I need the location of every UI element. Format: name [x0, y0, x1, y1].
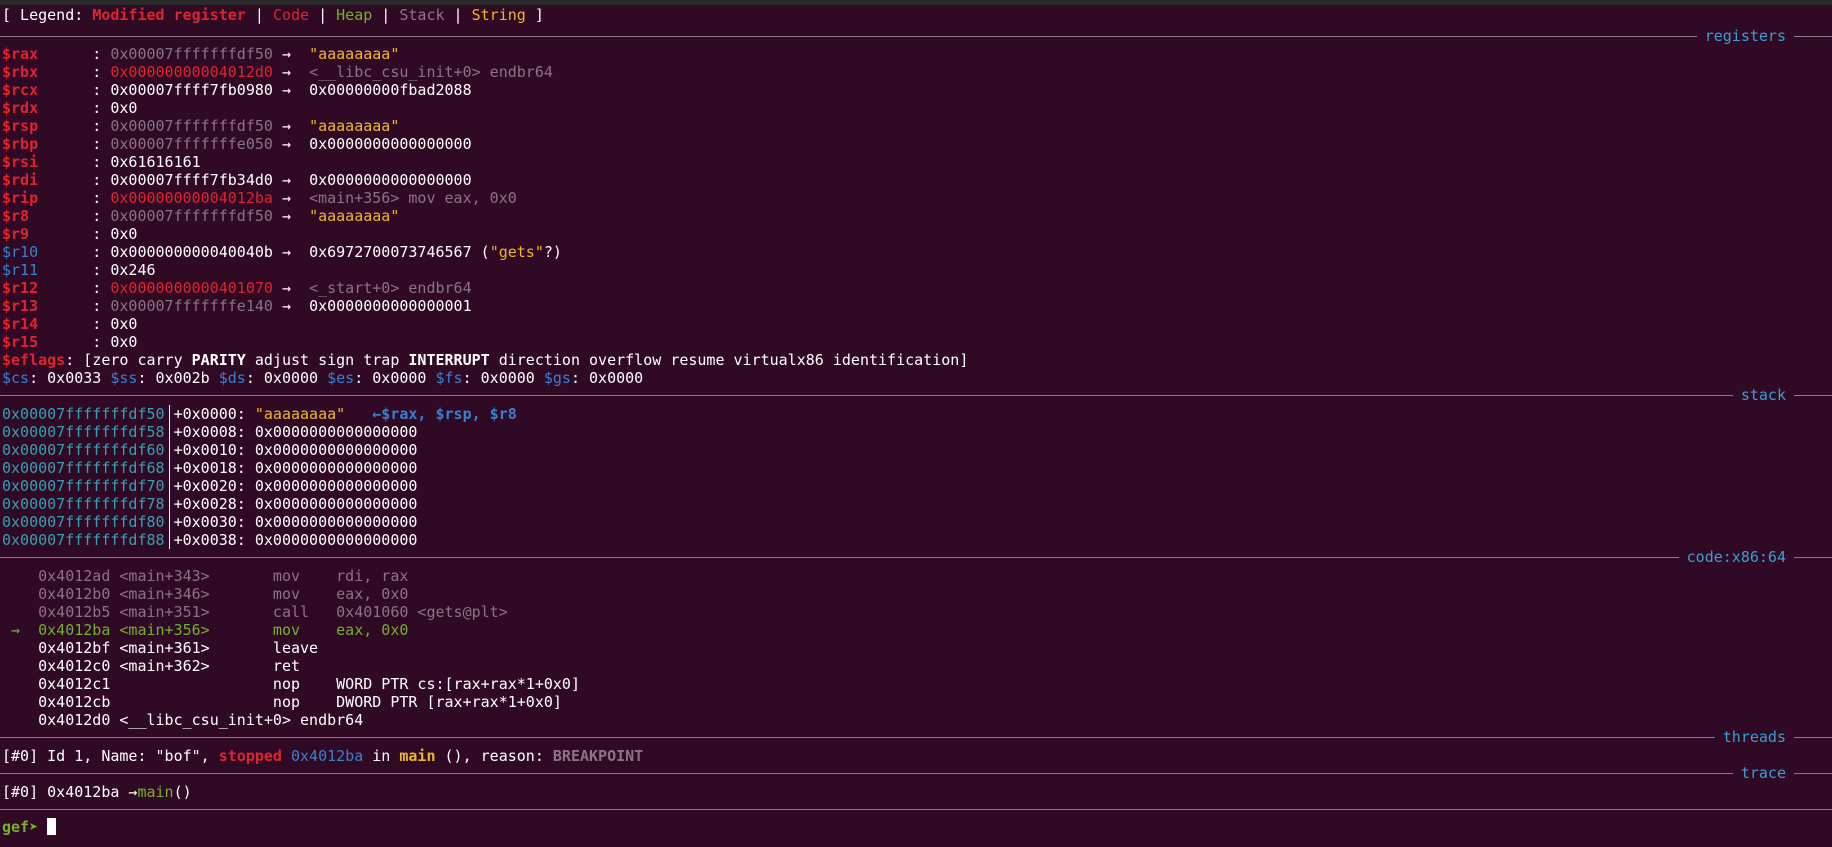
section-title-threads: threads: [1714, 728, 1794, 746]
section-title-stack: stack: [1732, 386, 1794, 404]
code-line: 0x4012c1 nop WORD PTR cs:[rax+rax*1+0x0]: [38, 675, 580, 693]
legend: [ Legend: Modified register | Code | Hea…: [2, 6, 544, 24]
code-line: 0x4012cb nop DWORD PTR [rax+rax*1+0x0]: [38, 693, 562, 711]
stack-row: 0x00007fffffffdf50 +0x0000: "aaaaaaaa" ←…: [2, 405, 517, 423]
section-title-trace: trace: [1732, 764, 1794, 782]
stack-row: 0x00007fffffffdf70 +0x0020: 0x0000000000…: [2, 477, 418, 495]
register-row-rax: $rax : 0x00007fffffffdf50 → "aaaaaaaa": [2, 45, 400, 63]
register-row-r12: $r12 : 0x0000000000401070 → <_start+0> e…: [2, 279, 472, 297]
section-title-registers: registers: [1696, 27, 1794, 45]
register-row-rip: $rip : 0x00000000004012ba → <main+356> m…: [2, 189, 517, 207]
register-row-r15: $r15 : 0x0: [2, 333, 138, 351]
prompt-label: gef➤: [2, 818, 48, 836]
bottom-divider: [0, 800, 1832, 818]
register-row-r13: $r13 : 0x00007fffffffe140 → 0x0000000000…: [2, 297, 472, 315]
stack-row: 0x00007fffffffdf88 +0x0038: 0x0000000000…: [2, 531, 418, 549]
code-line: 0x4012b0 <main+346> mov eax, 0x0: [38, 585, 409, 603]
threads-section-header: threads: [0, 728, 1832, 746]
thread-state: stopped: [218, 747, 282, 765]
legend-stack: Stack: [399, 6, 445, 24]
code-line: 0x4012d0 <__libc_csu_init+0> endbr64: [38, 711, 364, 729]
stack-row: 0x00007fffffffdf58 +0x0008: 0x0000000000…: [2, 423, 418, 441]
legend-code: Code: [272, 6, 310, 24]
thread-row: [#0] Id 1, Name: "bof", stopped 0x4012ba…: [2, 747, 644, 765]
code-section-header: code:x86:64: [0, 548, 1832, 566]
code-line: 0x4012c0 <main+362> ret: [38, 657, 301, 675]
register-row-rbx: $rbx : 0x00000000004012d0 → <__libc_csu_…: [2, 63, 553, 81]
register-row-rdi: $rdi : 0x00007ffff7fb34d0 → 0x0000000000…: [2, 171, 472, 189]
eflags-row: $eflags: [zero carry PARITY adjust sign …: [2, 351, 969, 369]
stack-row: 0x00007fffffffdf60 +0x0010: 0x0000000000…: [2, 441, 418, 459]
register-row-r11: $r11 : 0x246: [2, 261, 156, 279]
register-row-r14: $r14 : 0x0: [2, 315, 138, 333]
code-line: 0x4012bf <main+361> leave: [38, 639, 319, 657]
stack-section-header: stack: [0, 386, 1832, 404]
legend-string: String: [471, 6, 526, 24]
register-row-rdx: $rdx : 0x0: [2, 99, 138, 117]
register-row-rbp: $rbp : 0x00007fffffffe050 → 0x0000000000…: [2, 135, 472, 153]
legend-heap: Heap: [336, 6, 373, 24]
segment-registers-row: $cs: 0x0033 $ss: 0x002b $ds: 0x0000 $es:…: [2, 369, 644, 387]
legend-modified: Modified register: [92, 6, 246, 24]
terminal-cursor[interactable]: [47, 818, 57, 835]
thread-reason: BREAKPOINT: [552, 747, 644, 765]
stack-row: 0x00007fffffffdf78 +0x0028: 0x0000000000…: [2, 495, 418, 513]
stack-row: 0x00007fffffffdf80 +0x0030: 0x0000000000…: [2, 513, 418, 531]
gef-prompt[interactable]: gef➤: [2, 818, 57, 836]
registers-section-header: registers: [0, 27, 1832, 45]
section-title-code: code:x86:64: [1678, 548, 1794, 566]
code-line: 0x4012b5 <main+351> call 0x401060 <gets@…: [38, 603, 508, 621]
code-line-current: → 0x4012ba <main+356> mov eax, 0x0: [2, 621, 409, 639]
register-row-r10: $r10 : 0x000000000040040b → 0x6972700073…: [2, 243, 562, 261]
register-row-r9: $r9 : 0x0: [2, 225, 138, 243]
trace-section-header: trace: [0, 764, 1832, 782]
register-row-rsp: $rsp : 0x00007fffffffdf50 → "aaaaaaaa": [2, 117, 400, 135]
stack-row: 0x00007fffffffdf68 +0x0018: 0x0000000000…: [2, 459, 418, 477]
code-line: 0x4012ad <main+343> mov rdi, rax: [38, 567, 409, 585]
register-row-rsi: $rsi : 0x61616161: [2, 153, 201, 171]
window-top-bar: [0, 0, 1832, 5]
register-row-rcx: $rcx : 0x00007ffff7fb0980 → 0x00000000fb…: [2, 81, 472, 99]
trace-row: [#0] 0x4012ba →main(): [2, 783, 192, 801]
current-instruction-arrow-icon: →: [2, 621, 39, 639]
register-row-r8: $r8 : 0x00007fffffffdf50 → "aaaaaaaa": [2, 207, 400, 225]
